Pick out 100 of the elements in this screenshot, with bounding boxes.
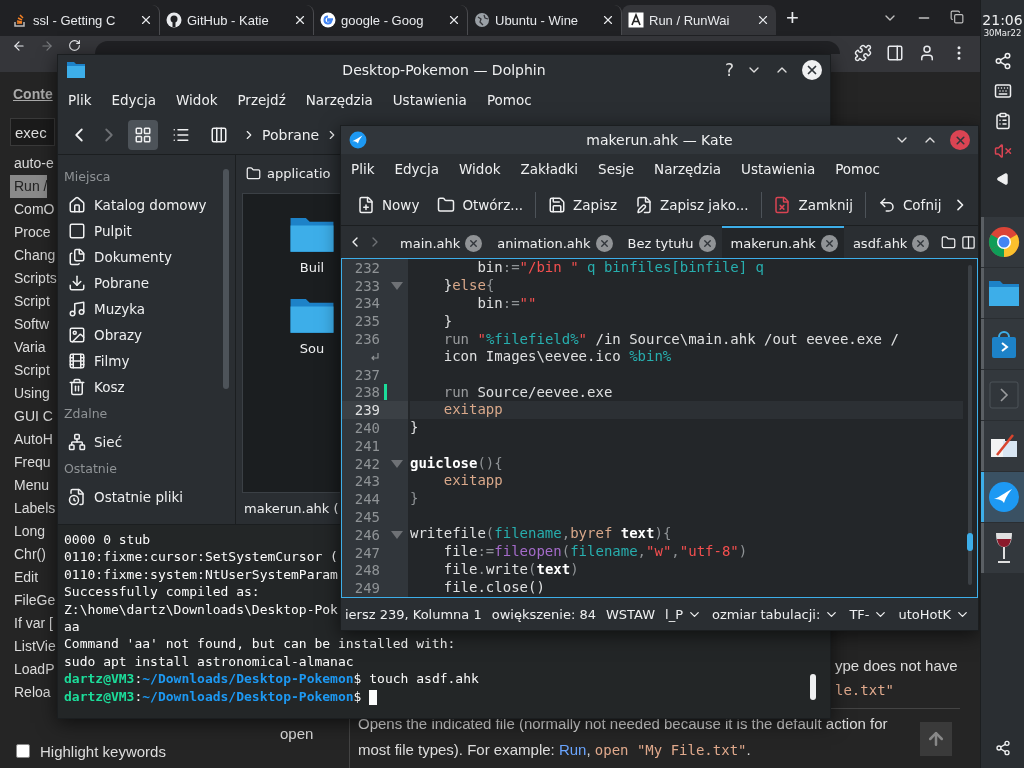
search-field[interactable]: exec [10, 118, 55, 146]
index-item[interactable]: Labels [10, 497, 56, 520]
index-item[interactable]: Chr() [10, 543, 46, 566]
file-item[interactable]: Buil [287, 214, 337, 275]
close-button[interactable] [802, 60, 822, 80]
clipboard-icon[interactable] [993, 112, 1012, 130]
task-button[interactable] [980, 472, 1024, 522]
status-dropdown[interactable]: l_P [665, 606, 702, 622]
menubar-entry[interactable]: Narzędzia [646, 157, 730, 181]
folder-icon[interactable] [940, 234, 956, 250]
menubar-entry[interactable]: Pomoc [478, 88, 540, 112]
fold-triangle-icon[interactable] [391, 459, 403, 468]
index-item[interactable]: GUI C [10, 405, 53, 428]
file-item[interactable]: Sou [287, 295, 337, 356]
location-bar[interactable]: applicatio [242, 161, 331, 185]
browser-tab[interactable]: Ubuntu - Wine [468, 5, 622, 35]
index-item[interactable]: Softw [10, 313, 49, 336]
reload-icon[interactable] [68, 39, 81, 52]
index-item[interactable]: Script [10, 290, 50, 313]
index-item[interactable]: Chang [10, 244, 56, 267]
index-item[interactable]: LoadP [10, 658, 55, 681]
close-icon[interactable] [293, 13, 307, 27]
index-item[interactable]: Reloa [10, 681, 51, 704]
task-button[interactable] [980, 268, 1024, 318]
toolbar-button[interactable]: Zapisz [540, 191, 625, 218]
keyboard-icon[interactable] [993, 82, 1012, 100]
new-tab-button[interactable]: + [786, 5, 799, 31]
puzzle-icon[interactable] [854, 44, 872, 62]
places-item[interactable]: Kosz [62, 374, 217, 400]
toolbar-button[interactable]: Zapisz jako... [627, 191, 757, 218]
browser-tab[interactable]: GitHub - Katie [160, 5, 314, 35]
fold-triangle-icon[interactable] [391, 530, 403, 539]
restore-icon[interactable] [950, 10, 964, 24]
close-icon[interactable] [139, 13, 153, 27]
code-editor[interactable] [341, 258, 978, 598]
checkbox[interactable] [16, 744, 30, 758]
breadcrumb[interactable]: Pobrane [242, 126, 340, 143]
toolbar-button[interactable]: Nowy [349, 191, 428, 218]
task-button[interactable] [980, 217, 1024, 267]
index-item[interactable]: Run / [10, 175, 48, 198]
index-item[interactable]: Scripts [10, 267, 57, 290]
document-tab[interactable]: asdf.ahk [843, 226, 936, 258]
index-item[interactable]: Using [10, 382, 50, 405]
run-link[interactable]: Run [558, 741, 587, 758]
expand-arrow-icon[interactable] [995, 172, 1010, 186]
split-view-icon[interactable] [960, 234, 976, 250]
menubar-entry[interactable]: Edycja [103, 88, 164, 112]
status-dropdown[interactable]: TF- [849, 606, 889, 622]
places-item[interactable]: Sieć [62, 429, 217, 455]
index-item[interactable]: ComO [10, 198, 55, 221]
index-item[interactable]: If var [ [10, 612, 53, 635]
index-item[interactable]: Varia [10, 336, 46, 359]
share-icon[interactable] [993, 52, 1012, 70]
document-tab[interactable]: animation.ahk [488, 226, 619, 258]
forward-icon[interactable] [40, 39, 54, 53]
browser-tab[interactable]: google - Goog [314, 5, 468, 35]
document-tab[interactable]: main.ahk [391, 226, 489, 258]
index-item[interactable]: auto-e [10, 152, 54, 175]
toolbar-button[interactable]: Zamknij [765, 191, 861, 218]
index-item[interactable]: Frequ [10, 451, 51, 474]
index-item[interactable]: Script [10, 359, 50, 382]
index-item[interactable]: FileGe [10, 589, 56, 612]
places-item[interactable]: Muzyka [62, 296, 217, 322]
menubar-entry[interactable]: Pomoc [827, 157, 888, 181]
status-dropdown[interactable]: utoHotK [898, 606, 971, 622]
contents-tab[interactable]: Conte [10, 86, 53, 102]
help-button[interactable]: ? [724, 60, 734, 80]
close-icon[interactable] [756, 13, 770, 27]
index-item[interactable]: Menu [10, 474, 50, 497]
toolbar-button[interactable]: Otwórz... [429, 191, 532, 218]
menubar-entry[interactable]: Sesje [590, 157, 643, 181]
index-item[interactable]: Edit [10, 566, 39, 589]
index-item[interactable]: AutoH [10, 428, 53, 451]
places-item[interactable]: Ostatnie pliki [62, 484, 217, 510]
browser-tab[interactable]: ssl - Getting C [6, 5, 160, 35]
places-item[interactable]: Dokumenty [62, 244, 217, 270]
places-item[interactable]: Katalog domowy [62, 192, 217, 218]
places-item[interactable]: Pulpit [62, 218, 217, 244]
menubar-entry[interactable]: Przejdź [229, 88, 294, 112]
menubar-entry[interactable]: Widok [168, 88, 226, 112]
places-item[interactable]: Obrazy [62, 322, 217, 348]
menubar-entry[interactable]: Edycja [386, 157, 447, 181]
close-icon[interactable] [447, 13, 461, 27]
places-item[interactable]: Filmy [62, 348, 217, 374]
task-button[interactable] [980, 319, 1024, 369]
document-tab[interactable]: Bez tytułu [618, 226, 722, 258]
menubar-entry[interactable]: Ustawienia [733, 157, 824, 181]
browser-tab[interactable]: Run / RunWai [622, 5, 776, 35]
scrollbar[interactable] [223, 169, 229, 389]
index-item[interactable]: Proce [10, 221, 51, 244]
menubar-entry[interactable]: Zakładki [512, 157, 587, 181]
scrollbar[interactable] [810, 674, 816, 700]
scroll-top-button[interactable] [920, 722, 952, 756]
menubar-entry[interactable]: Narzędzia [297, 88, 381, 112]
profile-icon[interactable] [918, 44, 936, 62]
status-dropdown[interactable]: ozmiar tabulacji: [712, 606, 840, 622]
share-icon[interactable] [994, 740, 1011, 756]
index-item[interactable]: Long [10, 520, 46, 543]
index-item[interactable]: ListVie [10, 635, 56, 658]
menubar-entry[interactable]: Widok [451, 157, 509, 181]
